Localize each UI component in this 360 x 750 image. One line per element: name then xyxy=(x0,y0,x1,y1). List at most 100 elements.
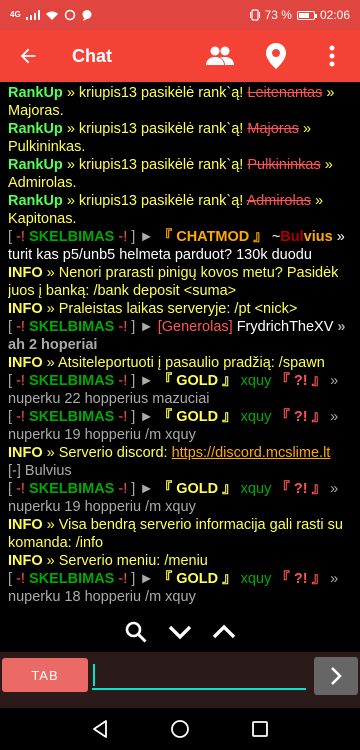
chevron-right-icon xyxy=(331,667,342,685)
chat-message-segment: Majoras xyxy=(247,121,299,137)
chat-message-segment: INFO xyxy=(8,301,43,317)
chat-message-segment: -! xyxy=(118,229,128,245)
chat-message-segment: -! xyxy=(16,373,25,389)
more-vert-icon xyxy=(329,45,335,67)
chat-log[interactable]: RankUp » kriupis13 pasikėlė rank`ą! Leit… xyxy=(8,84,356,606)
clock: 02:06 xyxy=(319,8,350,22)
system-nav-bar xyxy=(0,708,360,750)
sync-icon xyxy=(64,9,75,21)
chat-message-segment: SKELBIMAS xyxy=(24,319,119,335)
chat-message-segment: Leitenantas xyxy=(247,85,323,101)
chat-message-segment: ] ► xyxy=(127,319,158,335)
chat-message: [ -! SKELBIMAS -! ] ► 『 GOLD 』 xquy 『 ?!… xyxy=(8,408,356,444)
status-bar: 4G 73 % 02:06 xyxy=(0,0,360,30)
signal-icon xyxy=(25,10,40,20)
chat-message: INFO » Visa bendrą serverio informacija … xyxy=(8,516,356,552)
back-button[interactable] xyxy=(0,30,56,82)
scroll-down-button[interactable] xyxy=(166,618,194,646)
chat-message-segment: FrydrichTheXV xyxy=(232,319,338,335)
chat-message-segment: INFO xyxy=(8,553,43,569)
more-options-button[interactable] xyxy=(304,30,360,82)
chat-message-segment: RankUp xyxy=(8,193,63,209)
chat-message-segment: -! xyxy=(118,571,128,587)
search-icon xyxy=(125,621,147,643)
chat-message-segment: » Serverio meniu: /meniu xyxy=(42,553,208,569)
battery-icon xyxy=(296,10,317,20)
chat-message-segment: 『 ?! 』 xyxy=(275,481,327,497)
chat-message-segment: [ xyxy=(8,373,17,389)
chat-message-segment: RankUp xyxy=(8,121,63,137)
location-pin-icon xyxy=(266,43,286,69)
chat-message-segment: [Generolas] xyxy=(157,319,233,335)
vibrate-icon xyxy=(249,9,260,21)
location-button[interactable] xyxy=(248,30,304,82)
message-input[interactable] xyxy=(92,662,306,690)
chat-message-segment: xquy xyxy=(236,373,276,389)
chat-message-segment: ] ► xyxy=(127,229,158,245)
chat-message-segment: -! xyxy=(118,481,128,497)
chat-message-segment: INFO xyxy=(8,265,43,281)
chat-message-segment: INFO xyxy=(8,517,43,533)
chat-message-segment: SKELBIMAS xyxy=(24,481,119,497)
chat-message-segment: -! xyxy=(16,319,25,335)
chat-message-segment: INFO xyxy=(8,355,43,371)
message-input-bar: TAB xyxy=(0,652,360,708)
chat-message-segment: » Atsiteleportuoti į pasaulio pradžią: /… xyxy=(42,355,325,371)
nav-back-button[interactable] xyxy=(85,714,115,744)
chat-message-segment: » Nenori prarasti pinigų kovos metu? Pas… xyxy=(8,265,339,299)
chat-message-segment: [ xyxy=(8,229,17,245)
chat-message: [ -! SKELBIMAS -! ] ► [Generolas] Frydri… xyxy=(8,318,356,354)
chat-message: [ -! SKELBIMAS -! ] ► 『 GOLD 』 xquy 『 ?!… xyxy=(8,570,356,606)
nav-home-button[interactable] xyxy=(165,714,195,744)
chat-message-segment: » kriupis13 pasikėlė rank`ą! xyxy=(62,193,247,209)
chat-message-segment: Admirolas xyxy=(246,193,312,209)
chat-message-segment: SKELBIMAS xyxy=(24,571,119,587)
chat-message-segment: xquy xyxy=(236,409,276,425)
nav-recents-button[interactable] xyxy=(245,714,275,744)
chat-message-segment: [-] Bulvius xyxy=(8,463,72,479)
chat-message-segment: ] ► xyxy=(127,481,158,497)
tab-button[interactable]: TAB xyxy=(2,658,88,692)
chat-message: [ -! SKELBIMAS -! ] ► 『 CHATMOD 』 ~Bulvi… xyxy=(8,228,356,264)
chat-message-segment: SKELBIMAS xyxy=(24,409,119,425)
chat-message-segment: RankUp xyxy=(8,85,63,101)
chat-message-segment: 『 ?! 』 xyxy=(275,373,327,389)
chat-message-segment: INFO xyxy=(8,445,43,461)
wifi-icon xyxy=(45,11,58,20)
chat-message-segment: ~ xyxy=(267,229,281,245)
chat-message-segment: » kriupis13 pasikėlė rank`ą! xyxy=(62,85,248,101)
chat-message-segment: -! xyxy=(16,409,25,425)
recents-square-icon xyxy=(252,721,268,737)
players-button[interactable] xyxy=(192,30,248,82)
chat-message-segment: [ xyxy=(8,319,17,335)
chat-message-segment: 『 GOLD 』 xyxy=(157,373,237,389)
page-title: Chat xyxy=(72,45,112,66)
chat-message: RankUp » kriupis13 pasikėlė rank`ą! Majo… xyxy=(8,120,356,156)
chat-toolbar xyxy=(0,615,360,649)
app-bar: Chat xyxy=(0,30,360,82)
chat-message-segment: » Visa bendrą serverio informacija gali … xyxy=(8,517,343,551)
chat-message-segment: 『 CHATMOD 』 xyxy=(157,229,268,245)
chat-message-segment: vius xyxy=(303,229,333,245)
chat-message-segment: SKELBIMAS xyxy=(24,373,119,389)
chat-message-segment: » Praleistas laikas serveryje: /pt <nick… xyxy=(42,301,298,317)
chat-message: INFO » Nenori prarasti pinigų kovos metu… xyxy=(8,264,356,300)
chat-message-segment: » kriupis13 pasikėlė rank`ą! xyxy=(62,121,248,137)
chat-message-segment[interactable]: https://discord.mcslime.lt xyxy=(172,445,331,461)
arrow-back-icon xyxy=(20,48,36,64)
chat-message-segment: ] ► xyxy=(127,373,158,389)
chat-message-segment: -! xyxy=(16,229,25,245)
send-button[interactable] xyxy=(314,657,358,695)
chat-bubble-icon xyxy=(82,10,92,21)
chat-message-segment: » kriupis13 pasikėlė rank`ą! xyxy=(62,157,248,173)
chat-message: RankUp » kriupis13 pasikėlė rank`ą! Admi… xyxy=(8,192,356,228)
chat-message: INFO » Praleistas laikas serveryje: /pt … xyxy=(8,300,356,318)
scroll-up-button[interactable] xyxy=(210,618,238,646)
chat-message-segment: -! xyxy=(16,481,25,497)
chat-message-segment: Bul xyxy=(280,229,304,245)
chat-message-segment: -! xyxy=(118,409,128,425)
home-circle-icon xyxy=(171,720,189,738)
chat-message: RankUp » kriupis13 pasikėlė rank`ą! Pulk… xyxy=(8,156,356,192)
chat-message: [ -! SKELBIMAS -! ] ► 『 GOLD 』 xquy 『 ?!… xyxy=(8,372,356,408)
search-button[interactable] xyxy=(122,618,150,646)
